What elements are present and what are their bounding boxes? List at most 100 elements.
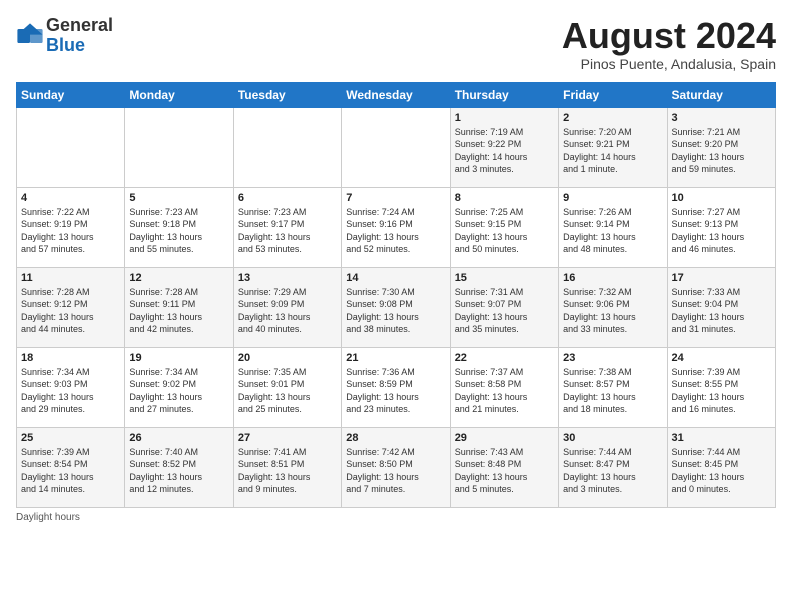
calendar-cell: 20 Sunrise: 7:35 AMSunset: 9:01 PMDayligh… (233, 347, 341, 427)
week-row-2: 4Sunrise: 7:22 AMSunset: 9:19 PMDaylight… (17, 187, 776, 267)
calendar-cell: 5 Sunrise: 7:23 AMSunset: 9:18 PMDaylight… (125, 187, 233, 267)
calendar-cell: 23Sunrise: 7:38 AMSunset: 8:57 PMDayligh… (559, 347, 667, 427)
calendar-cell: 17Sunrise: 7:33 AMSunset: 9:04 PMDayligh… (667, 267, 775, 347)
page: General Blue August 2024 Pinos Puente, A… (0, 0, 792, 612)
calendar-cell: 11 Sunrise: 7:28 AMSunset: 9:12 PMDayligh… (17, 267, 125, 347)
header-day-sunday: Sunday (17, 82, 125, 107)
calendar-cell: 10Sunrise: 7:27 AMSunset: 9:13 PMDayligh… (667, 187, 775, 267)
day-info: Sunrise: 7:23 AMSunset: 9:18 PMDaylight:… (129, 206, 228, 256)
day-number: 26 (129, 432, 228, 444)
day-number: 30 (563, 432, 662, 444)
week-row-1: 1Sunrise: 7:19 AMSunset: 9:22 PMDaylight… (17, 107, 776, 187)
month-title: August 2024 (562, 16, 776, 56)
logo-general: General (46, 16, 113, 36)
day-info: Sunrise: 7:24 AMSunset: 9:16 PMDaylight:… (346, 206, 445, 256)
day-number: 21 (346, 352, 445, 364)
calendar-table: SundayMondayTuesdayWednesdayThursdayFrid… (16, 82, 776, 508)
calendar-body: 1Sunrise: 7:19 AMSunset: 9:22 PMDaylight… (17, 107, 776, 507)
calendar-cell (17, 107, 125, 187)
day-number: 20 (238, 352, 337, 364)
logo-text: General Blue (46, 16, 113, 56)
day-info: Sunrise: 7:39 AMSunset: 8:55 PMDaylight:… (672, 366, 771, 416)
calendar-cell: 24 Sunrise: 7:39 AMSunset: 8:55 PMDayligh… (667, 347, 775, 427)
day-info: Sunrise: 7:29 AMSunset: 9:09 PMDaylight:… (238, 286, 337, 336)
calendar-cell: 16 Sunrise: 7:32 AMSunset: 9:06 PMDayligh… (559, 267, 667, 347)
day-number: 24 (672, 352, 771, 364)
calendar-cell: 7 Sunrise: 7:24 AMSunset: 9:16 PMDaylight… (342, 187, 450, 267)
day-number: 3 (672, 112, 771, 124)
footer-note: Daylight hours (16, 512, 776, 523)
header-day-friday: Friday (559, 82, 667, 107)
calendar-cell: 30 Sunrise: 7:44 AMSunset: 8:47 PMDayligh… (559, 427, 667, 507)
calendar-cell (233, 107, 341, 187)
day-info: Sunrise: 7:21 AMSunset: 9:20 PMDaylight:… (672, 126, 771, 176)
calendar-header: SundayMondayTuesdayWednesdayThursdayFrid… (17, 82, 776, 107)
day-info: Sunrise: 7:25 AMSunset: 9:15 PMDaylight:… (455, 206, 554, 256)
day-info: Sunrise: 7:33 AMSunset: 9:04 PMDaylight:… (672, 286, 771, 336)
day-info: Sunrise: 7:26 AMSunset: 9:14 PMDaylight:… (563, 206, 662, 256)
header-row: SundayMondayTuesdayWednesdayThursdayFrid… (17, 82, 776, 107)
day-info: Sunrise: 7:43 AMSunset: 8:48 PMDaylight:… (455, 446, 554, 496)
day-info: Sunrise: 7:36 AMSunset: 8:59 PMDaylight:… (346, 366, 445, 416)
header-day-monday: Monday (125, 82, 233, 107)
location-subtitle: Pinos Puente, Andalusia, Spain (562, 56, 776, 72)
logo-icon (16, 22, 44, 50)
day-info: Sunrise: 7:28 AMSunset: 9:11 PMDaylight:… (129, 286, 228, 336)
day-number: 16 (563, 272, 662, 284)
calendar-cell: 18 Sunrise: 7:34 AMSunset: 9:03 PMDayligh… (17, 347, 125, 427)
calendar-cell: 21 Sunrise: 7:36 AMSunset: 8:59 PMDayligh… (342, 347, 450, 427)
day-info: Sunrise: 7:20 AMSunset: 9:21 PMDaylight:… (563, 126, 662, 176)
title-block: August 2024 Pinos Puente, Andalusia, Spa… (562, 16, 776, 72)
calendar-cell: 1Sunrise: 7:19 AMSunset: 9:22 PMDaylight… (450, 107, 558, 187)
calendar-cell: 4Sunrise: 7:22 AMSunset: 9:19 PMDaylight… (17, 187, 125, 267)
calendar-cell: 19 Sunrise: 7:34 AMSunset: 9:02 PMDayligh… (125, 347, 233, 427)
day-number: 1 (455, 112, 554, 124)
day-info: Sunrise: 7:23 AMSunset: 9:17 PMDaylight:… (238, 206, 337, 256)
day-number: 6 (238, 192, 337, 204)
calendar-cell (125, 107, 233, 187)
day-number: 8 (455, 192, 554, 204)
day-info: Sunrise: 7:32 AMSunset: 9:06 PMDaylight:… (563, 286, 662, 336)
day-info: Sunrise: 7:39 AMSunset: 8:54 PMDaylight:… (21, 446, 120, 496)
day-info: Sunrise: 7:44 AMSunset: 8:47 PMDaylight:… (563, 446, 662, 496)
day-info: Sunrise: 7:38 AMSunset: 8:57 PMDaylight:… (563, 366, 662, 416)
day-number: 27 (238, 432, 337, 444)
week-row-3: 11 Sunrise: 7:28 AMSunset: 9:12 PMDayligh… (17, 267, 776, 347)
day-info: Sunrise: 7:37 AMSunset: 8:58 PMDaylight:… (455, 366, 554, 416)
day-info: Sunrise: 7:31 AMSunset: 9:07 PMDaylight:… (455, 286, 554, 336)
week-row-5: 25 Sunrise: 7:39 AMSunset: 8:54 PMDayligh… (17, 427, 776, 507)
logo: General Blue (16, 16, 113, 56)
calendar-cell: 27Sunrise: 7:41 AMSunset: 8:51 PMDayligh… (233, 427, 341, 507)
calendar-cell: 14Sunrise: 7:30 AMSunset: 9:08 PMDayligh… (342, 267, 450, 347)
day-number: 13 (238, 272, 337, 284)
day-number: 7 (346, 192, 445, 204)
calendar-cell: 26 Sunrise: 7:40 AMSunset: 8:52 PMDayligh… (125, 427, 233, 507)
calendar-cell: 25 Sunrise: 7:39 AMSunset: 8:54 PMDayligh… (17, 427, 125, 507)
day-number: 10 (672, 192, 771, 204)
day-number: 22 (455, 352, 554, 364)
day-info: Sunrise: 7:40 AMSunset: 8:52 PMDaylight:… (129, 446, 228, 496)
header-day-wednesday: Wednesday (342, 82, 450, 107)
day-number: 25 (21, 432, 120, 444)
day-number: 15 (455, 272, 554, 284)
day-info: Sunrise: 7:28 AMSunset: 9:12 PMDaylight:… (21, 286, 120, 336)
day-info: Sunrise: 7:34 AMSunset: 9:02 PMDaylight:… (129, 366, 228, 416)
day-info: Sunrise: 7:35 AMSunset: 9:01 PMDaylight:… (238, 366, 337, 416)
calendar-cell: 13 Sunrise: 7:29 AMSunset: 9:09 PMDayligh… (233, 267, 341, 347)
day-info: Sunrise: 7:34 AMSunset: 9:03 PMDaylight:… (21, 366, 120, 416)
day-number: 2 (563, 112, 662, 124)
day-number: 18 (21, 352, 120, 364)
day-number: 19 (129, 352, 228, 364)
calendar-cell (342, 107, 450, 187)
day-number: 11 (21, 272, 120, 284)
day-number: 5 (129, 192, 228, 204)
calendar-cell: 15 Sunrise: 7:31 AMSunset: 9:07 PMDayligh… (450, 267, 558, 347)
header: General Blue August 2024 Pinos Puente, A… (16, 16, 776, 72)
day-info: Sunrise: 7:30 AMSunset: 9:08 PMDaylight:… (346, 286, 445, 336)
calendar-cell: 12Sunrise: 7:28 AMSunset: 9:11 PMDayligh… (125, 267, 233, 347)
header-day-thursday: Thursday (450, 82, 558, 107)
calendar-cell: 6 Sunrise: 7:23 AMSunset: 9:17 PMDaylight… (233, 187, 341, 267)
day-number: 28 (346, 432, 445, 444)
day-info: Sunrise: 7:44 AMSunset: 8:45 PMDaylight:… (672, 446, 771, 496)
calendar-cell: 29Sunrise: 7:43 AMSunset: 8:48 PMDayligh… (450, 427, 558, 507)
